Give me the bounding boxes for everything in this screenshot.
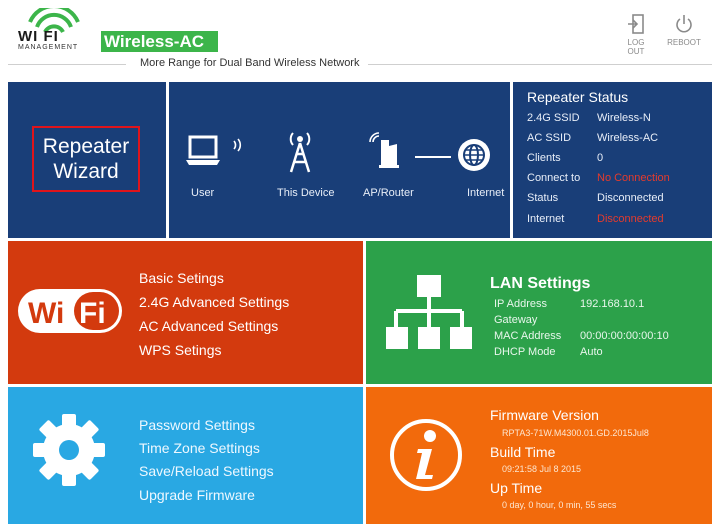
- menu-link-24g-advanced[interactable]: 2.4G Advanced Settings: [139, 294, 289, 310]
- header-divider-left: [8, 64, 126, 65]
- connection-line: [415, 156, 451, 158]
- status-key: Connect to: [527, 172, 581, 184]
- lan-key: Gateway: [494, 314, 538, 326]
- status-value: Wireless-AC: [597, 132, 659, 144]
- status-value: Disconnected: [597, 192, 664, 204]
- laptop-icon: [186, 135, 220, 165]
- lan-value: 192.168.10.1: [580, 298, 645, 310]
- status-key: Clients: [527, 152, 561, 164]
- brand-badge: Wireless-AC: [101, 31, 218, 52]
- network-topology-panel: User This Device AP/Router Internet: [169, 82, 510, 238]
- status-value-alert: No Connection: [597, 172, 670, 184]
- menu-link-upgrade-firmware[interactable]: Upgrade Firmware: [139, 487, 255, 503]
- status-key: Internet: [527, 213, 565, 225]
- wifi-badge-icon: Wi Fi: [18, 289, 122, 333]
- topology-label-router: AP/Router: [363, 187, 414, 199]
- status-key: 2.4G SSID: [527, 112, 580, 124]
- header-divider-right: [368, 64, 712, 65]
- system-settings-tile: Password Settings Time Zone Settings Sav…: [8, 387, 363, 524]
- menu-link-save-reload-settings[interactable]: Save/Reload Settings: [139, 463, 274, 479]
- menu-link-ac-advanced[interactable]: AC Advanced Settings: [139, 318, 278, 334]
- lan-value: Auto: [580, 346, 603, 358]
- status-key: Status: [527, 192, 559, 204]
- uptime-value: 0 day, 0 hour, 0 min, 55 secs: [502, 500, 617, 510]
- repeater-wizard-button[interactable]: Repeater Wizard: [32, 126, 140, 192]
- logout-button[interactable]: LOG OUT: [619, 14, 653, 56]
- lan-key: IP Address: [494, 298, 547, 310]
- status-title: Repeater Status: [527, 89, 629, 105]
- logout-icon: [628, 14, 644, 34]
- logo-subtitle: MANAGEMENT: [18, 44, 79, 51]
- tagline: More Range for Dual Band Wireless Networ…: [140, 57, 360, 69]
- repeater-status-panel: Repeater Status 2.4G SSID Wireless-N AC …: [513, 82, 712, 238]
- logout-label: LOG OUT: [627, 38, 645, 56]
- firmware-version-value: RPTA3-71W.M4300.01.GD.2015Jul8: [502, 428, 649, 438]
- router-icon: [369, 132, 399, 168]
- network-hierarchy-icon: [386, 275, 472, 349]
- repeater-wizard-tile[interactable]: Repeater Wizard: [8, 82, 166, 238]
- lan-settings-tile[interactable]: LAN Settings IP Address 192.168.10.1 Gat…: [366, 241, 712, 384]
- info-icon: [390, 419, 462, 491]
- build-time-value: 09:21:58 Jul 8 2015: [502, 464, 582, 474]
- wifi-badge-right-text: Fi: [79, 297, 106, 330]
- lan-title: LAN Settings: [490, 275, 591, 292]
- status-value: Wireless-N: [597, 112, 651, 124]
- uptime-label: Up Time: [490, 480, 543, 496]
- status-value-alert: Disconnected: [597, 213, 664, 225]
- power-icon: [676, 15, 692, 33]
- menu-link-time-zone-settings[interactable]: Time Zone Settings: [139, 440, 260, 456]
- wireless-signal-icon: [233, 138, 242, 152]
- basic-settings-tile: Wi Fi Basic Setings 2.4G Advanced Settin…: [8, 241, 363, 384]
- status-value: 0: [597, 152, 604, 164]
- wifi-badge-left-text: Wi: [28, 297, 64, 330]
- firmware-info-tile: Firmware Version RPTA3-71W.M4300.01.GD.2…: [366, 387, 712, 524]
- build-time-label: Build Time: [490, 444, 556, 460]
- lan-value: 00:00:00:00:00:10: [580, 330, 669, 342]
- topology-label-user: User: [191, 187, 215, 199]
- status-key: AC SSID: [527, 132, 572, 144]
- topology-label-internet: Internet: [467, 187, 505, 199]
- reboot-button[interactable]: REBOOT: [662, 14, 706, 47]
- menu-link-basic-settings[interactable]: Basic Setings: [139, 270, 224, 286]
- repeater-tower-icon: [289, 132, 311, 173]
- lan-key: DHCP Mode: [494, 346, 556, 358]
- wizard-label-line1: Repeater: [42, 135, 130, 158]
- lan-key: MAC Address: [494, 330, 562, 342]
- globe-icon: [458, 139, 490, 171]
- menu-link-wps-settings[interactable]: WPS Setings: [139, 342, 221, 358]
- firmware-version-label: Firmware Version: [490, 407, 599, 423]
- reboot-label: REBOOT: [667, 38, 701, 47]
- topology-label-device: This Device: [277, 187, 335, 199]
- menu-link-password-settings[interactable]: Password Settings: [139, 417, 255, 433]
- logo-wordmark: WI FI: [18, 28, 59, 45]
- gear-icon: [33, 414, 105, 486]
- wizard-label-line2: Wizard: [53, 160, 119, 183]
